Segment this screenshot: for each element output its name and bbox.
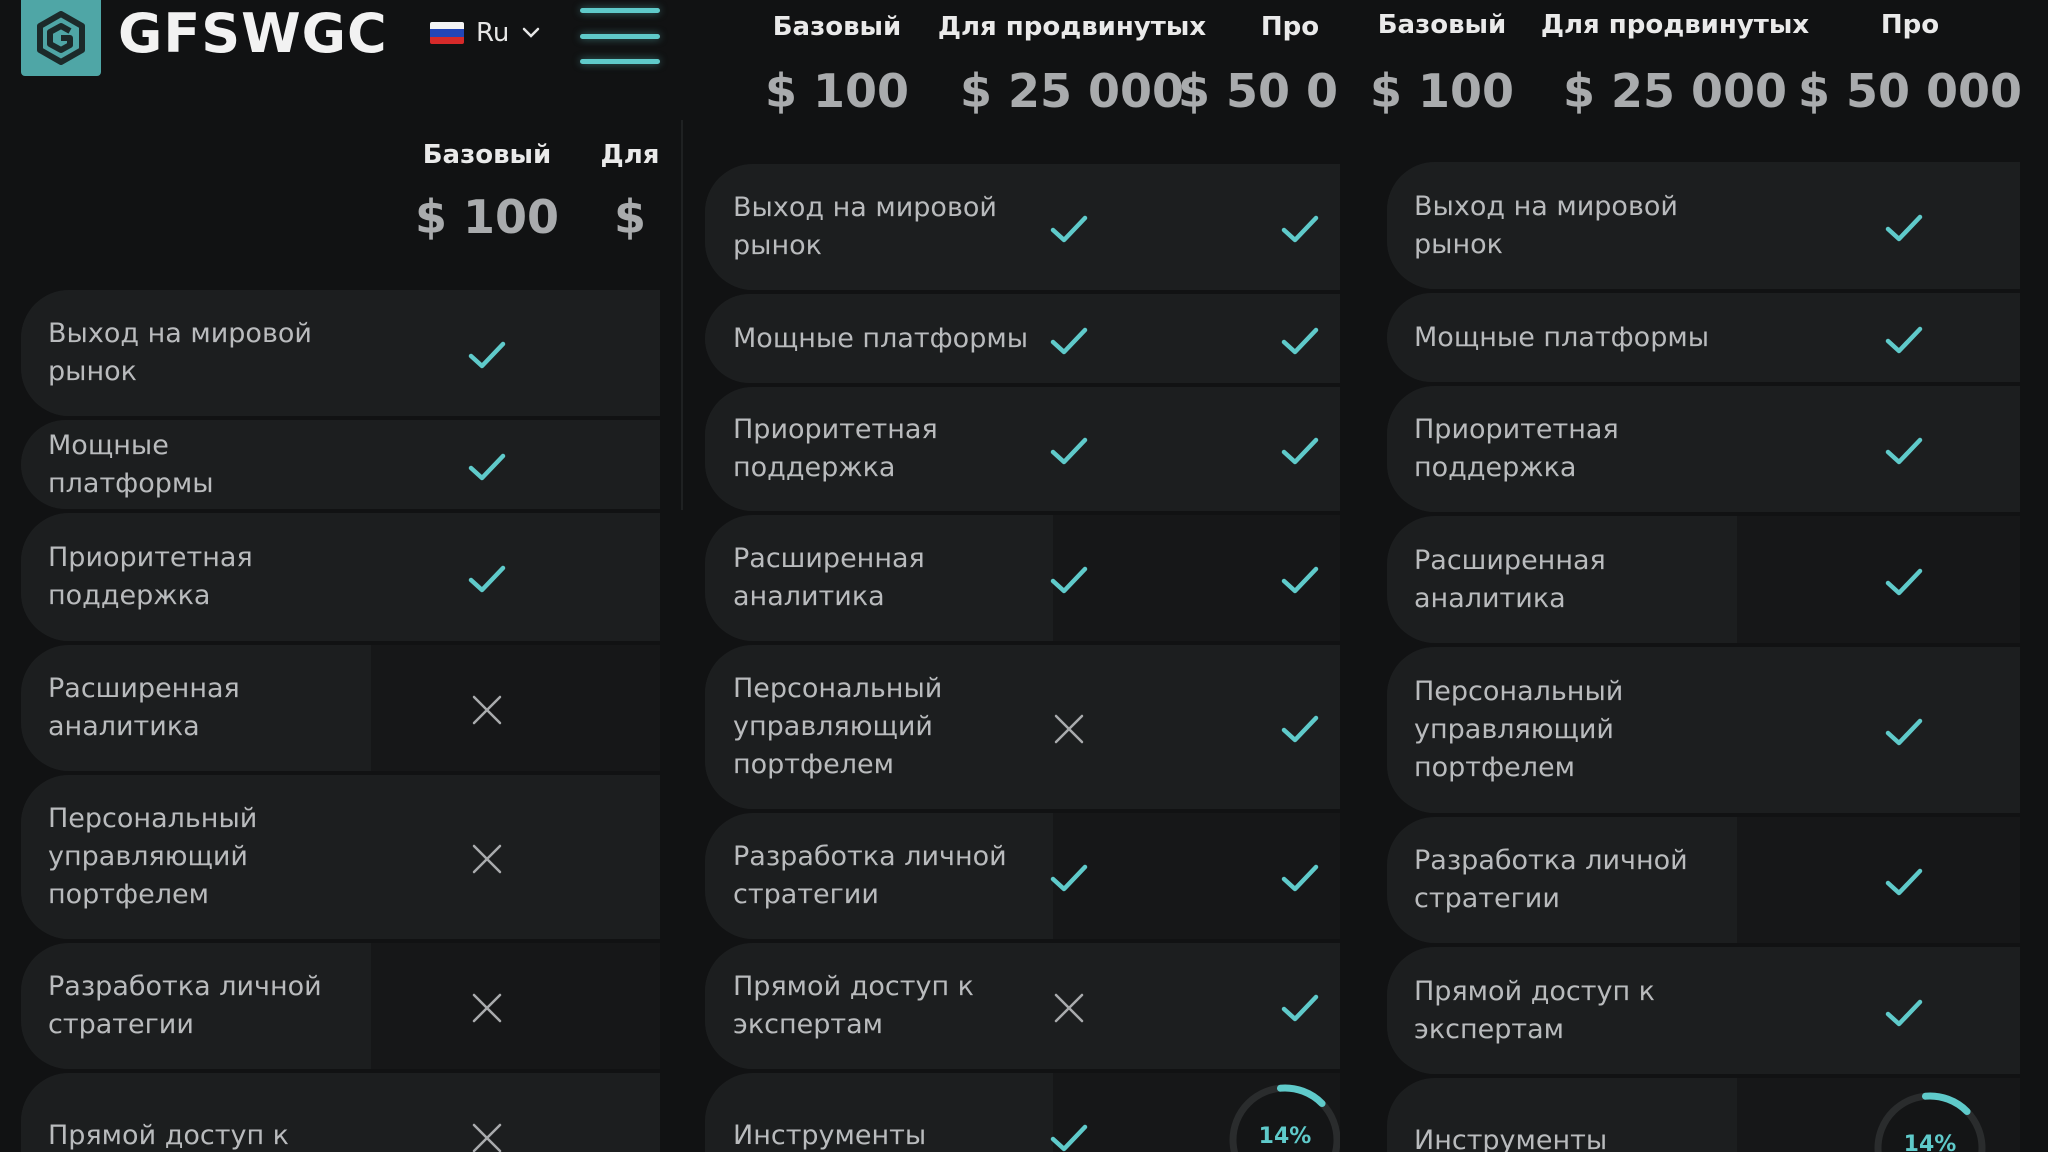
plan-name: Для [600, 140, 660, 170]
plan-price: $ 25 000 [1562, 64, 1788, 118]
cross-icon [1054, 714, 1084, 744]
plan-price: $ 100 [1369, 64, 1515, 118]
plan-price: $ [613, 190, 647, 244]
feature-label: Приоритетная поддержка [1414, 414, 1619, 483]
feature-label: Расширенная аналитика [1414, 544, 1606, 614]
feature-label: Инструменты [1414, 1125, 1608, 1152]
check-icon [1281, 864, 1319, 892]
feature-label: Мощные платформы [1414, 321, 1710, 353]
feature-label: Разработка личной стратегии [1414, 845, 1688, 914]
feature-label: Инструменты [733, 1120, 927, 1151]
cross-icon [1054, 993, 1084, 1023]
feature-row: Мощные платформы [1387, 293, 2020, 382]
check-icon [1885, 214, 1923, 241]
check-icon [1885, 999, 1923, 1026]
feature-row: Прямой доступ к экспертам [705, 943, 1340, 1069]
check-icon [1281, 215, 1319, 243]
progress-gauge: 14% [1870, 1088, 1990, 1152]
feature-row: Выход на мировой рынок [1387, 162, 2020, 289]
feature-row: Приоритетная поддержка [21, 513, 660, 641]
plan-name: Про [1260, 12, 1320, 42]
check-icon [1050, 864, 1088, 892]
feature-row: Выход на мировой рынок [705, 164, 1340, 290]
plan-name: Про [1880, 10, 1940, 40]
feature-row: Расширенная аналитика [1387, 516, 2020, 643]
check-icon [1885, 326, 1923, 353]
pricing-table-panel-3: Базовый $ 100 Для продвинутых $ 25 000 Про $ … [1340, 0, 2048, 1152]
feature-row: Разработка личной стратегии [705, 813, 1340, 939]
feature-row: Прямой доступ к экспертам [1387, 947, 2020, 1074]
feature-row: Расширенная аналитика [21, 645, 660, 771]
plan-price: $ 25 000 [959, 64, 1185, 118]
check-icon [1281, 327, 1319, 354]
feature-row: Персональный управляющий портфелем [21, 775, 660, 939]
feature-row: Расширенная аналитика [705, 515, 1340, 641]
feature-label: Персональный управляющий портфелем [733, 673, 943, 780]
feature-row: Приоритетная поддержка [705, 387, 1340, 511]
progress-gauge: 14% [1225, 1080, 1340, 1152]
check-icon [1050, 437, 1088, 465]
plan-price: $ 50 000 [1177, 64, 1340, 118]
pricing-table-panel-2: Базовый $ 100 Для продвинутых $ 25 000 Про $ … [705, 0, 1340, 1152]
pricing-table-panel-1: Базовый $ 100 Для $ Выход на мировой рынок Мо… [0, 0, 660, 1152]
feature-label: Выход на мировой рынок [1414, 190, 1678, 260]
check-icon [1281, 566, 1319, 594]
feature-label: Выход на мировой рынок [733, 192, 997, 261]
feature-label: Выход на мировой рынок [48, 318, 312, 387]
feature-label: Расширенная аналитика [733, 543, 925, 612]
check-icon [1050, 215, 1088, 243]
feature-row: Прямой доступ к [21, 1073, 660, 1152]
plan-price: $ 50 000 [1797, 64, 2023, 118]
check-icon [1281, 994, 1319, 1022]
check-icon [1050, 566, 1088, 594]
check-icon [1050, 327, 1088, 354]
feature-row: Разработка личной стратегии [21, 943, 660, 1069]
cross-icon [472, 844, 502, 874]
plan-name: Базовый [1377, 10, 1507, 40]
plan-name: Базовый [422, 140, 552, 170]
cross-icon [472, 695, 502, 725]
feature-label: Прямой доступ к экспертам [1414, 975, 1655, 1045]
feature-row: Персональный управляющий портфелем [705, 645, 1340, 809]
feature-label: Прямой доступ к [48, 1120, 289, 1151]
plan-price: $ 100 [414, 190, 560, 244]
check-icon [468, 453, 506, 480]
panel-divider [681, 120, 683, 510]
feature-label: Приоритетная поддержка [733, 414, 938, 483]
check-icon [1885, 868, 1923, 896]
plan-name: Для продвинутых [1540, 10, 1810, 40]
progress-percent: 14% [1258, 1124, 1312, 1149]
feature-label: Приоритетная поддержка [48, 542, 253, 611]
check-icon [1281, 437, 1319, 465]
feature-label: Мощные платформы [48, 429, 214, 499]
feature-label: Разработка личной стратегии [48, 971, 322, 1040]
feature-label: Прямой доступ к экспертам [733, 971, 974, 1040]
feature-label: Мощные платформы [733, 322, 1029, 354]
check-icon [1885, 718, 1923, 746]
feature-row: Мощные платформы [21, 420, 660, 509]
feature-row: Выход на мировой рынок [21, 290, 660, 416]
progress-percent: 14% [1903, 1132, 1957, 1152]
feature-row: Персональный управляющий портфелем [1387, 647, 2020, 813]
check-icon [1050, 1124, 1088, 1152]
cross-icon [472, 993, 502, 1023]
feature-label: Расширенная аналитика [48, 673, 240, 742]
feature-row: Разработка личной стратегии [1387, 817, 2020, 943]
check-icon [468, 341, 506, 369]
feature-label: Персональный управляющий портфелем [48, 803, 258, 910]
feature-label: Персональный управляющий портфелем [1414, 676, 1624, 783]
cross-icon [472, 1123, 502, 1152]
plan-name: Для продвинутых [937, 12, 1207, 42]
plan-price: $ 100 [764, 64, 910, 118]
feature-row: Приоритетная поддержка [1387, 386, 2020, 512]
plan-name: Базовый [772, 12, 902, 42]
check-icon [1281, 715, 1319, 743]
feature-label: Разработка личной стратегии [733, 841, 1007, 910]
feature-row: Мощные платформы [705, 294, 1340, 383]
check-icon [1885, 437, 1923, 465]
check-icon [468, 565, 506, 593]
check-icon [1885, 568, 1923, 595]
